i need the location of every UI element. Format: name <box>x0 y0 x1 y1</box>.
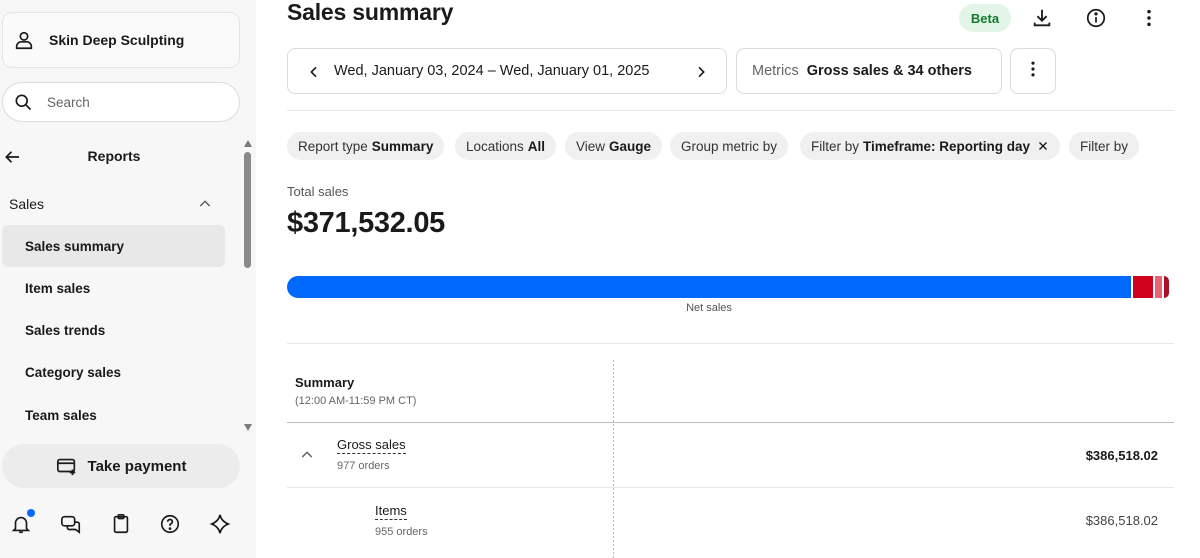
total-sales-value: $371,532.05 <box>287 207 445 239</box>
table-row-items[interactable]: Items 955 orders $386,518.02 <box>287 487 1174 551</box>
row-sub: 955 orders <box>375 526 428 538</box>
person-icon <box>13 29 35 51</box>
chip-group-metric[interactable]: Group metric by <box>670 132 789 160</box>
chevron-up-icon <box>197 196 213 212</box>
sidebar-item-sales-summary[interactable]: Sales summary <box>2 225 225 267</box>
scroll-down-arrow-icon[interactable] <box>244 424 252 431</box>
chat-icon[interactable] <box>59 512 83 536</box>
toolbar-more-button[interactable] <box>1010 48 1056 94</box>
gauge-segment-segment-4[interactable] <box>1164 276 1170 298</box>
sidebar-item-item-sales[interactable]: Item sales <box>2 267 225 309</box>
main-content: Sales summary Beta Wed, January 03, 2024… <box>256 0 1200 558</box>
metrics-selector[interactable]: Metrics Gross sales & 34 others <box>736 48 1002 94</box>
chip-key: Report type <box>298 138 368 154</box>
page-title: Sales summary <box>287 0 454 25</box>
take-payment-button[interactable]: Take payment <box>2 444 240 488</box>
date-range-picker[interactable]: Wed, January 03, 2024 – Wed, January 01,… <box>287 48 727 94</box>
clipboard-icon[interactable] <box>109 512 133 536</box>
chip-key: Locations <box>466 138 524 154</box>
date-range-text: Wed, January 03, 2024 – Wed, January 01,… <box>334 63 650 79</box>
metrics-value: Gross sales & 34 others <box>806 63 972 79</box>
business-name: Skin Deep Sculpting <box>49 32 185 48</box>
chip-key: View <box>576 138 606 154</box>
chip-value: Gauge <box>609 138 652 154</box>
search-icon <box>13 92 33 112</box>
sidebar-footer <box>0 508 256 542</box>
sales-gauge[interactable] <box>287 276 1174 298</box>
summary-timeframe: (12:00 AM-11:59 PM CT) <box>295 395 417 407</box>
section-sales-toggle[interactable]: Sales <box>0 190 228 218</box>
take-payment-label: Take payment <box>87 457 187 475</box>
card-add-icon <box>56 455 78 477</box>
chip-key: Group metric by <box>681 138 778 154</box>
download-icon[interactable] <box>1029 5 1055 31</box>
business-switcher[interactable]: Skin Deep Sculpting <box>2 12 240 68</box>
chip-key: Filter by <box>1080 138 1129 154</box>
summary-title: Summary <box>295 375 355 390</box>
sidebar-item-sales-trends[interactable]: Sales trends <box>2 310 225 352</box>
beta-badge: Beta <box>959 4 1011 32</box>
section-label: Sales <box>9 196 45 212</box>
row-amount: $386,518.02 <box>1085 513 1158 528</box>
divider <box>287 110 1174 111</box>
gauge-segment-segment-2[interactable] <box>1133 276 1153 298</box>
chip-key: Filter by <box>811 138 860 154</box>
info-icon[interactable] <box>1083 5 1109 31</box>
sidebar-item-team-sales[interactable]: Team sales <box>2 394 225 436</box>
divider <box>287 343 1174 344</box>
more-vertical-icon <box>1023 59 1043 84</box>
gauge-label: Net sales <box>686 302 732 314</box>
row-name: Gross sales <box>337 437 406 454</box>
chip-value: Summary <box>371 138 434 154</box>
help-icon[interactable] <box>158 512 182 536</box>
total-sales-label: Total sales <box>287 184 349 199</box>
chip-value: All <box>527 138 546 154</box>
search-box[interactable] <box>2 82 240 122</box>
row-amount: $386,518.02 <box>1085 448 1158 463</box>
sidebar: Skin Deep Sculpting Reports Sales Sales … <box>0 0 256 558</box>
notification-dot <box>27 509 35 517</box>
nav-list: Sales summary Item sales Sales trends Ca… <box>2 225 225 436</box>
chip-value: Timeframe: Reporting day <box>863 138 1031 154</box>
chevron-up-icon[interactable] <box>299 447 315 463</box>
chip-filter-by[interactable]: Filter by <box>1069 132 1140 160</box>
nav-header: Reports <box>0 138 228 174</box>
close-icon[interactable] <box>1037 140 1049 152</box>
gauge-segment-segment-3[interactable] <box>1154 276 1163 298</box>
chip-filter-timeframe[interactable]: Filter by Timeframe: Reporting day <box>800 132 1061 160</box>
gauge-segment-net-sales[interactable] <box>287 276 1132 298</box>
chevron-left-icon[interactable] <box>305 63 323 81</box>
chip-report-type[interactable]: Report type Summary <box>287 132 445 160</box>
row-sub: 977 orders <box>337 460 390 472</box>
metrics-key: Metrics <box>752 63 799 79</box>
chip-view[interactable]: View Gauge <box>565 132 663 160</box>
chip-locations[interactable]: Locations All <box>455 132 557 160</box>
bell-icon[interactable] <box>9 509 35 536</box>
sparkle-icon[interactable] <box>208 512 232 536</box>
scroll-up-arrow-icon[interactable] <box>244 140 252 147</box>
more-vertical-icon[interactable] <box>1136 5 1162 31</box>
summary-table-header: Summary (12:00 AM-11:59 PM CT) <box>287 360 1174 558</box>
sidebar-scrollbar[interactable] <box>242 138 254 436</box>
chevron-right-icon[interactable] <box>692 63 710 81</box>
row-name: Items <box>375 503 407 520</box>
nav-title: Reports <box>87 148 141 164</box>
search-input[interactable] <box>47 94 217 110</box>
scrollbar-thumb[interactable] <box>244 152 251 268</box>
sidebar-item-category-sales[interactable]: Category sales <box>2 352 225 394</box>
table-row-gross-sales[interactable]: Gross sales 977 orders $386,518.02 <box>287 422 1174 486</box>
